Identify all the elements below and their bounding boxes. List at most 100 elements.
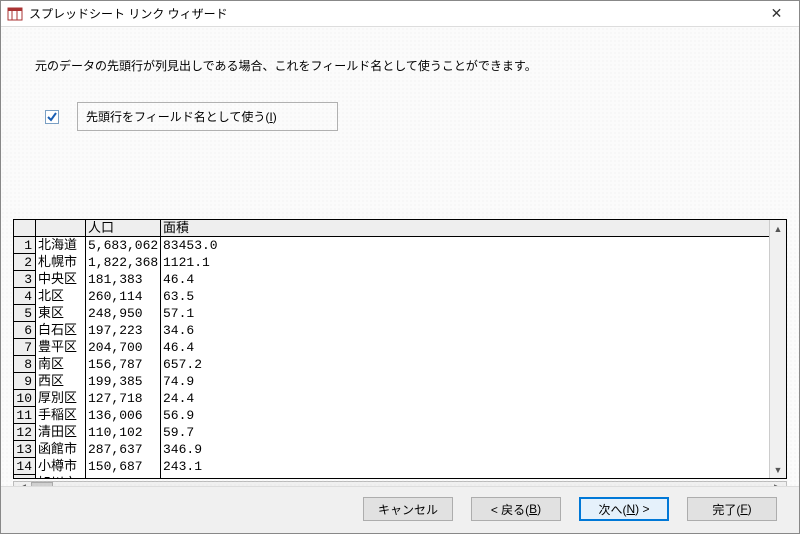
back-button[interactable]: < 戻る(B): [471, 497, 561, 521]
wizard-window: スプレッドシート リンク ウィザード ✕ 元のデータの先頭行が列見出しである場合…: [0, 0, 800, 534]
grid-table: 人口 面積 1北海道5,683,06283453.02札幌市1,822,3681…: [14, 220, 769, 478]
row-number: 12: [14, 424, 36, 441]
grid-header-rownum: [14, 220, 36, 237]
vertical-scrollbar[interactable]: ▲ ▼: [769, 220, 786, 478]
finish-button[interactable]: 完了(F): [687, 497, 777, 521]
table-row[interactable]: 9西区199,38574.9: [14, 373, 769, 390]
table-row[interactable]: 12清田区110,10259.7: [14, 424, 769, 441]
grid-header-pop: 人口: [86, 220, 161, 237]
table-row[interactable]: 15旭川市359,536747.6: [14, 475, 769, 478]
instruction-text: 元のデータの先頭行が列見出しである場合、これをフィールド名として使うことができま…: [35, 57, 787, 74]
cell-pop: 260,114: [86, 288, 161, 305]
grid-header-area: 面積: [161, 220, 769, 237]
cell-pop: 248,950: [86, 305, 161, 322]
table-row[interactable]: 13函館市287,637346.9: [14, 441, 769, 458]
row-number: 7: [14, 339, 36, 356]
finish-label-post: ): [748, 502, 752, 516]
cell-pop: 197,223: [86, 322, 161, 339]
check-icon: [47, 112, 57, 122]
cell-pop: 204,700: [86, 339, 161, 356]
table-row[interactable]: 6白石区197,22334.6: [14, 322, 769, 339]
cell-pop: 359,536: [86, 475, 161, 478]
row-number: 11: [14, 407, 36, 424]
cell-name: 東区: [36, 305, 86, 322]
table-row[interactable]: 11手稲区136,00656.9: [14, 407, 769, 424]
cell-name: 豊平区: [36, 339, 86, 356]
grid-body: 1北海道5,683,06283453.02札幌市1,822,3681121.13…: [14, 237, 769, 478]
cell-name: 手稲区: [36, 407, 86, 424]
next-button[interactable]: 次へ(N) >: [579, 497, 669, 521]
finish-label-accel: F: [740, 502, 747, 516]
cell-pop: 199,385: [86, 373, 161, 390]
cell-name: 南区: [36, 356, 86, 373]
grid-header-name: [36, 220, 86, 237]
table-row[interactable]: 1北海道5,683,06283453.0: [14, 237, 769, 254]
cell-area: 56.9: [161, 407, 769, 424]
cell-area: 747.6: [161, 475, 769, 478]
checkbox-label-pre: 先頭行をフィールド名として使う(: [86, 110, 269, 124]
window-title: スプレッドシート リンク ウィザード: [29, 5, 754, 22]
scroll-down-icon[interactable]: ▼: [770, 461, 786, 478]
table-row[interactable]: 4北区260,11463.5: [14, 288, 769, 305]
cancel-button[interactable]: キャンセル: [363, 497, 453, 521]
row-number: 10: [14, 390, 36, 407]
table-row[interactable]: 3中央区181,38346.4: [14, 271, 769, 288]
cell-area: 74.9: [161, 373, 769, 390]
next-label-pre: 次へ(: [598, 501, 626, 518]
cell-area: 24.4: [161, 390, 769, 407]
row-number: 8: [14, 356, 36, 373]
row-number: 13: [14, 441, 36, 458]
table-row[interactable]: 5東区248,95057.1: [14, 305, 769, 322]
cell-area: 46.4: [161, 271, 769, 288]
cell-area: 63.5: [161, 288, 769, 305]
app-icon: [7, 6, 23, 22]
first-row-header-option[interactable]: 先頭行をフィールド名として使う(I): [45, 102, 787, 131]
back-label-post: ): [537, 502, 541, 516]
row-number: 3: [14, 271, 36, 288]
table-row[interactable]: 7豊平区204,70046.4: [14, 339, 769, 356]
grid-header-row: 人口 面積: [14, 220, 769, 237]
cell-name: 札幌市: [36, 254, 86, 271]
close-icon: ✕: [771, 5, 783, 22]
cell-name: 厚別区: [36, 390, 86, 407]
cell-area: 83453.0: [161, 237, 769, 254]
cell-area: 1121.1: [161, 254, 769, 271]
row-number: 15: [14, 475, 36, 478]
button-bar: キャンセル < 戻る(B) 次へ(N) > 完了(F): [1, 486, 799, 533]
cell-name: 函館市: [36, 441, 86, 458]
back-label-pre: < 戻る(: [491, 501, 529, 518]
cell-pop: 127,718: [86, 390, 161, 407]
cell-area: 34.6: [161, 322, 769, 339]
cell-area: 57.1: [161, 305, 769, 322]
cell-name: 旭川市: [36, 475, 86, 478]
vscroll-track[interactable]: [770, 237, 786, 461]
table-row[interactable]: 2札幌市1,822,3681121.1: [14, 254, 769, 271]
scroll-up-icon[interactable]: ▲: [770, 220, 786, 237]
cell-pop: 110,102: [86, 424, 161, 441]
cell-pop: 5,683,062: [86, 237, 161, 254]
cell-area: 657.2: [161, 356, 769, 373]
wizard-body: 元のデータの先頭行が列見出しである場合、これをフィールド名として使うことができま…: [1, 27, 799, 486]
cell-pop: 156,787: [86, 356, 161, 373]
cell-pop: 287,637: [86, 441, 161, 458]
cell-area: 59.7: [161, 424, 769, 441]
cell-area: 243.1: [161, 458, 769, 475]
titlebar: スプレッドシート リンク ウィザード ✕: [1, 1, 799, 27]
row-number: 1: [14, 237, 36, 254]
table-row[interactable]: 8南区156,787657.2: [14, 356, 769, 373]
cell-name: 小樽市: [36, 458, 86, 475]
cell-name: 白石区: [36, 322, 86, 339]
close-button[interactable]: ✕: [754, 1, 799, 27]
cell-name: 清田区: [36, 424, 86, 441]
row-number: 5: [14, 305, 36, 322]
row-number: 6: [14, 322, 36, 339]
cell-pop: 181,383: [86, 271, 161, 288]
cell-name: 北区: [36, 288, 86, 305]
table-row[interactable]: 14小樽市150,687243.1: [14, 458, 769, 475]
table-row[interactable]: 10厚別区127,71824.4: [14, 390, 769, 407]
cell-pop: 1,822,368: [86, 254, 161, 271]
row-number: 2: [14, 254, 36, 271]
checkbox-label-post: ): [273, 110, 277, 124]
checkbox[interactable]: [45, 110, 59, 124]
next-label-accel: N: [626, 502, 635, 516]
